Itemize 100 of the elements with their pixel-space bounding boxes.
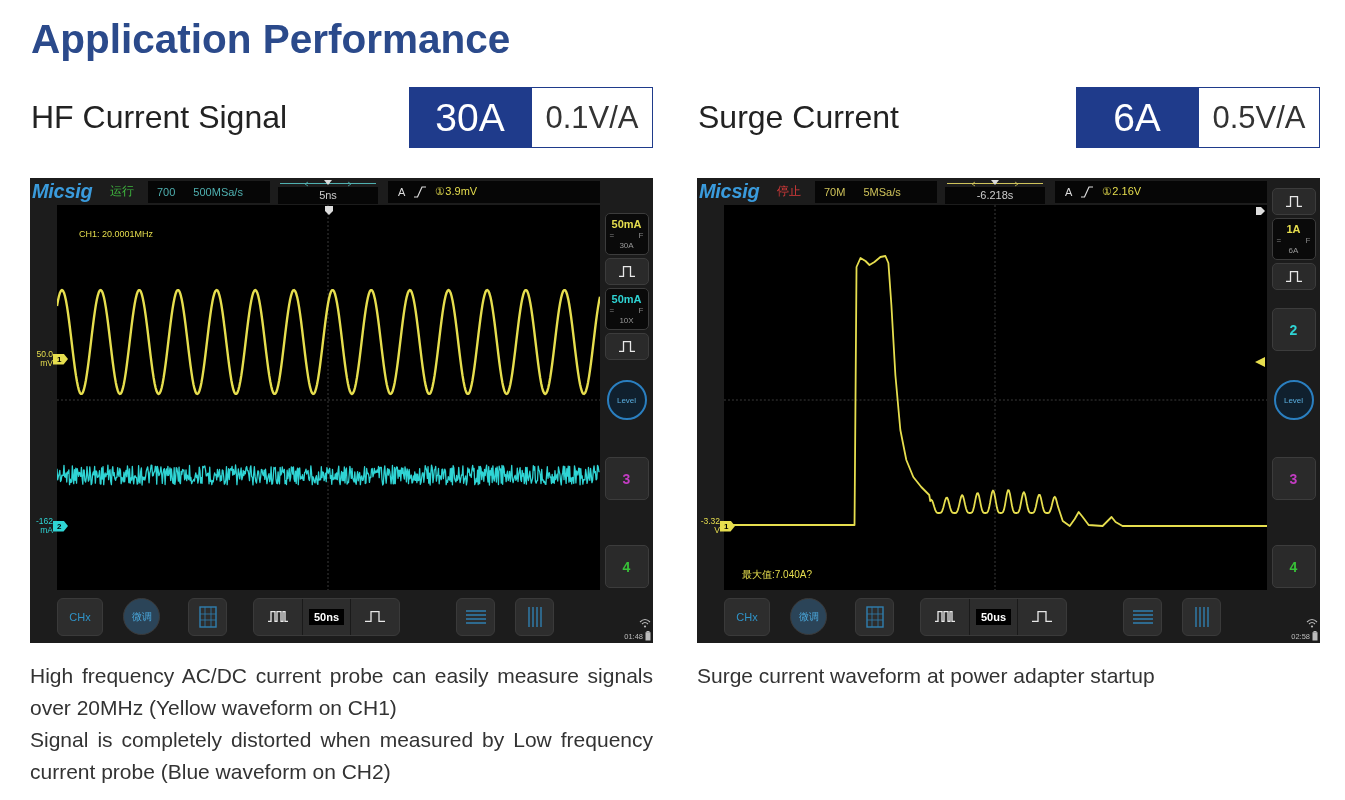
slide-title: Application Performance bbox=[31, 15, 511, 63]
acquisition-panel[interactable]: 700 500MSa/s bbox=[148, 180, 270, 203]
pulse-icon bbox=[1285, 271, 1302, 282]
battery-icon bbox=[645, 631, 651, 641]
horizontal-lines-button[interactable] bbox=[456, 597, 495, 636]
caption-text: Signal is completely distorted when measured by Low frequency current probe (Blue waveform on CH2) bbox=[30, 727, 653, 785]
timebase-control[interactable]: 50us bbox=[920, 597, 1067, 636]
channel-unit-label: mA bbox=[40, 526, 53, 535]
current-range-label: 30A bbox=[409, 87, 531, 148]
coupling-label: = bbox=[1276, 235, 1282, 246]
pulse-button[interactable] bbox=[1271, 188, 1316, 215]
trigger-position-marker-icon[interactable] bbox=[1256, 207, 1265, 215]
time-per-division-readout: 50us bbox=[975, 608, 1012, 625]
level-button[interactable]: Level bbox=[606, 380, 647, 420]
measurement-readout: 最大值:7.040A? bbox=[742, 568, 813, 582]
grid-icon bbox=[864, 605, 885, 628]
pulse-train-icon bbox=[268, 611, 288, 622]
sensitivity-label: 0.1V/A bbox=[531, 87, 653, 148]
vertical-lines-button[interactable] bbox=[1182, 597, 1221, 636]
pulse-button[interactable] bbox=[604, 258, 649, 285]
section-heading: Surge Current bbox=[698, 99, 899, 136]
run-state-label[interactable]: 运行 bbox=[110, 183, 148, 200]
fine-tune-button[interactable]: 微调 bbox=[123, 598, 160, 635]
channel-marker[interactable]: 1 bbox=[53, 353, 68, 365]
section-heading: HF Current Signal bbox=[31, 99, 288, 136]
channel-value-label: 50.0 bbox=[36, 350, 53, 359]
position-slider-icon bbox=[278, 179, 378, 187]
channel-button[interactable]: 4 bbox=[1271, 545, 1316, 588]
channel-settings[interactable]: 50mA = F 30A bbox=[604, 213, 649, 255]
pulse-button[interactable] bbox=[604, 333, 649, 360]
bandwidth-flag-label: F bbox=[638, 230, 644, 241]
channel-unit-label: V bbox=[714, 526, 720, 535]
trigger-panel[interactable]: A ①2.16V bbox=[1055, 180, 1267, 203]
horizontal-lines-button[interactable] bbox=[1123, 597, 1162, 636]
probe-ratio-label: 6A bbox=[1288, 245, 1299, 256]
bandwidth-label: 700 bbox=[157, 185, 176, 198]
channel-scale-label: 1A bbox=[1286, 222, 1301, 236]
channel-marker[interactable]: 1 bbox=[720, 520, 735, 532]
channel-value-label: -3.32 bbox=[700, 517, 720, 526]
pulse-icon bbox=[365, 611, 385, 622]
pulse-icon bbox=[618, 266, 635, 277]
bandwidth-flag-label: F bbox=[638, 305, 644, 316]
coupling-label: = bbox=[609, 305, 615, 316]
pulse-icon bbox=[618, 341, 635, 352]
channel-marker[interactable]: 2 bbox=[53, 520, 68, 532]
grid-button[interactable] bbox=[855, 597, 894, 636]
sample-rate-label: 5MSa/s bbox=[863, 185, 901, 198]
bandwidth-flag-label: F bbox=[1305, 235, 1311, 246]
horizontal-lines-icon bbox=[463, 607, 488, 626]
channel-button[interactable]: 2 bbox=[1271, 308, 1316, 351]
trigger-level-label: ①3.9mV bbox=[435, 185, 478, 198]
channel-menu-button[interactable]: CHx bbox=[724, 597, 770, 636]
caption-text: High frequency AC/DC current probe can easily measure signals over 20MHz (Yellow waveform on CH1) bbox=[30, 663, 653, 721]
current-range-label: 6A bbox=[1076, 87, 1198, 148]
fine-tune-button[interactable]: 微调 bbox=[790, 598, 827, 635]
horizontal-position-readout[interactable]: 5ns bbox=[278, 186, 378, 204]
channel-value-label: -162 bbox=[36, 517, 53, 526]
vertical-lines-button[interactable] bbox=[515, 597, 554, 636]
pulse-icon bbox=[1032, 611, 1052, 622]
grid-button[interactable] bbox=[188, 597, 227, 636]
channel-settings[interactable]: 1A = F 6A bbox=[1271, 218, 1316, 260]
wifi-icon bbox=[639, 618, 651, 628]
trigger-source-label: A bbox=[398, 185, 406, 198]
rising-edge-icon bbox=[414, 185, 427, 198]
pulse-icon bbox=[1285, 196, 1302, 207]
measurement-readout: CH1: 20.0001MHz bbox=[79, 229, 154, 239]
pulse-button[interactable] bbox=[1271, 263, 1316, 290]
trigger-level-label: ①2.16V bbox=[1102, 185, 1142, 198]
battery-icon bbox=[1312, 631, 1318, 641]
trigger-source-label: A bbox=[1065, 185, 1073, 198]
channel-scale-label: 50mA bbox=[611, 217, 642, 231]
sensitivity-label: 0.5V/A bbox=[1198, 87, 1320, 148]
wifi-icon bbox=[1306, 618, 1318, 628]
brand-logo: Micsig bbox=[698, 180, 761, 203]
position-slider-icon bbox=[945, 179, 1045, 187]
channel-menu-button[interactable]: CHx bbox=[57, 597, 103, 636]
horizontal-position-readout[interactable]: -6.218s bbox=[945, 186, 1045, 204]
run-state-label[interactable]: 停止 bbox=[777, 183, 815, 200]
horizontal-lines-icon bbox=[1130, 607, 1155, 626]
sample-rate-label: 500MSa/s bbox=[193, 185, 243, 198]
bandwidth-label: 70M bbox=[824, 185, 846, 198]
channel-unit-label: mV bbox=[40, 359, 53, 368]
probe-ratio-label: 30A bbox=[619, 240, 634, 251]
probe-ratio-label: 10X bbox=[619, 315, 634, 326]
coupling-label: = bbox=[609, 230, 615, 241]
channel-settings[interactable]: 50mA = F 10X bbox=[604, 288, 649, 330]
channel-scale-label: 50mA bbox=[611, 292, 642, 306]
timebase-control[interactable]: 50ns bbox=[253, 597, 400, 636]
trigger-position-marker-icon[interactable] bbox=[324, 206, 333, 215]
level-button[interactable]: Level bbox=[1273, 380, 1314, 420]
trigger-panel[interactable]: A ①3.9mV bbox=[388, 180, 600, 203]
brand-logo: Micsig bbox=[31, 180, 94, 203]
caption-text: Surge current waveform at power adapter startup bbox=[697, 663, 1156, 689]
pulse-train-icon bbox=[935, 611, 955, 622]
rising-edge-icon bbox=[1081, 185, 1094, 198]
grid-icon bbox=[197, 605, 218, 628]
acquisition-panel[interactable]: 70M 5MSa/s bbox=[815, 180, 937, 203]
trigger-level-arrow-icon[interactable] bbox=[1255, 357, 1265, 367]
time-per-division-readout: 50ns bbox=[308, 608, 345, 625]
channel-button[interactable]: 4 bbox=[604, 545, 649, 588]
